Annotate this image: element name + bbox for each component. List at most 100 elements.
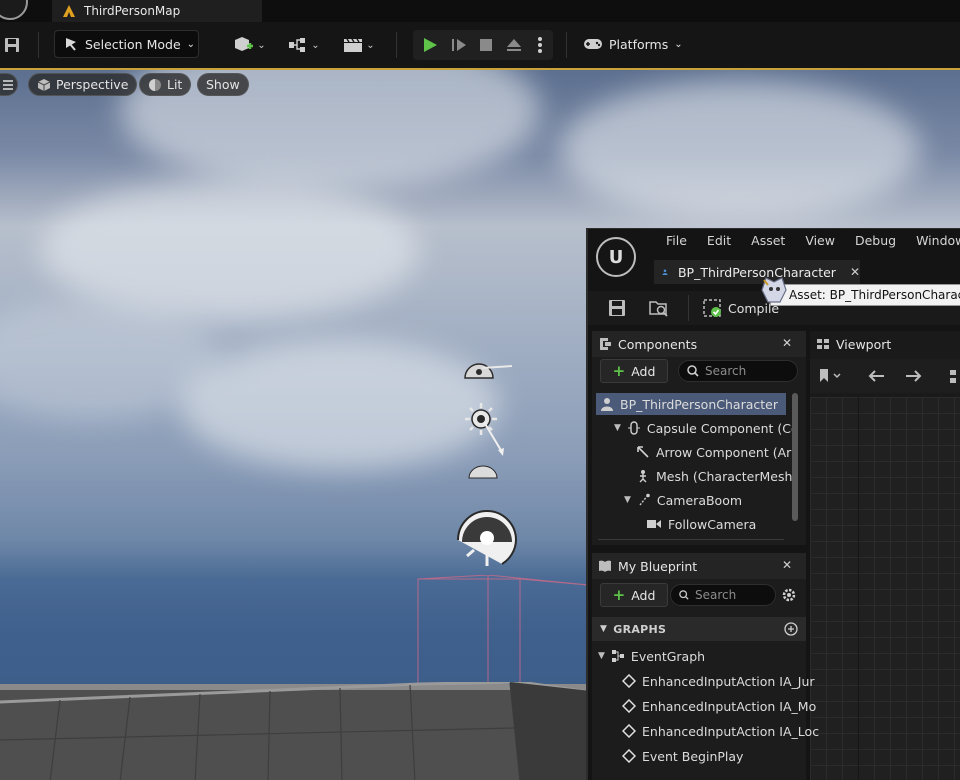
- compile-icon[interactable]: [702, 298, 724, 318]
- bookmark-icon[interactable]: [818, 368, 844, 384]
- stop-icon[interactable]: [478, 37, 494, 53]
- unreal-logo-icon[interactable]: [0, 0, 28, 20]
- selection-mode-button[interactable]: Selection Mode ⌄: [54, 30, 199, 58]
- eject-icon[interactable]: [505, 37, 523, 53]
- component-label: Mesh (CharacterMesh: [656, 468, 793, 484]
- arrow-left-icon[interactable]: [866, 368, 886, 384]
- add-actor-button[interactable]: ⌄: [232, 34, 268, 56]
- asset-tooltip: Asset: BP_ThirdPersonCharacter: [770, 284, 960, 306]
- character-icon: [601, 398, 613, 411]
- components-search-input[interactable]: [678, 360, 798, 382]
- floor-grid: [0, 682, 600, 780]
- cinematics-button[interactable]: ⌄: [340, 34, 378, 56]
- expand-arrow-icon[interactable]: ▼: [598, 651, 605, 661]
- perspective-button[interactable]: Perspective: [28, 73, 138, 96]
- save-icon[interactable]: [2, 35, 22, 55]
- play-controls: [413, 30, 553, 60]
- view-mode-button[interactable]: Lit: [139, 73, 192, 96]
- add-variable-button[interactable]: + Add: [600, 583, 668, 607]
- event-item[interactable]: EnhancedInputAction IA_Loc: [592, 719, 819, 743]
- spring-arm-icon: [639, 493, 650, 506]
- viewport-nav-bar: [810, 359, 960, 393]
- save-icon[interactable]: [606, 298, 628, 318]
- sky-light-icon[interactable]: [466, 464, 500, 480]
- cube-add-icon: [235, 37, 254, 51]
- browse-asset-icon[interactable]: [648, 298, 670, 318]
- play-icon[interactable]: [421, 37, 439, 53]
- components-scrollbar[interactable]: [792, 393, 798, 521]
- arrow-right-icon[interactable]: [904, 368, 924, 384]
- viewport-grid[interactable]: [810, 397, 960, 780]
- main-toolbar: Selection Mode ⌄ ⌄ ⌄ ⌄ Platforms ⌄: [0, 22, 960, 68]
- hierarchy-icon[interactable]: [948, 368, 960, 384]
- blueprint-editor-window: U File Edit Asset View Debug Window BP_T…: [586, 228, 960, 780]
- my-blueprint-search-field[interactable]: [695, 588, 775, 602]
- gear-icon[interactable]: [780, 586, 798, 604]
- more-options-icon[interactable]: [537, 36, 543, 54]
- graphs-section-header[interactable]: ▼ GRAPHS: [592, 617, 806, 641]
- component-row-arrow[interactable]: Arrow Component (Arr: [636, 441, 796, 463]
- expand-arrow-icon[interactable]: ▼: [624, 495, 631, 505]
- event-item[interactable]: EnhancedInputAction IA_Jur: [592, 669, 815, 693]
- component-label: Capsule Component (Co: [646, 420, 799, 436]
- component-label: BP_ThirdPersonCharacter: [620, 396, 778, 412]
- event-label: EnhancedInputAction IA_Jur: [642, 673, 815, 689]
- event-graph-item[interactable]: ▼ EventGraph: [592, 644, 705, 668]
- component-row-root[interactable]: BP_ThirdPersonCharacter: [596, 393, 786, 415]
- book-icon: [599, 560, 611, 572]
- close-icon[interactable]: ✕: [850, 265, 860, 279]
- component-row-mesh[interactable]: Mesh (CharacterMesh: [636, 465, 792, 487]
- advance-frame-icon[interactable]: [450, 37, 468, 53]
- tab-level[interactable]: ThirdPersonMap: [52, 0, 262, 22]
- collapse-arrow-icon: ▼: [600, 624, 608, 634]
- event-graph-label: EventGraph: [630, 648, 706, 664]
- menu-asset[interactable]: Asset: [741, 233, 795, 248]
- platforms-label: Platforms: [609, 36, 669, 52]
- component-row-cameraboom[interactable]: ▼ CameraBoom: [624, 489, 742, 511]
- toolbar-divider: [566, 32, 567, 58]
- level-icon: [63, 5, 75, 17]
- menu-edit[interactable]: Edit: [697, 233, 741, 248]
- chevron-down-icon: ⌄: [366, 39, 375, 51]
- menu-file[interactable]: File: [656, 233, 697, 248]
- components-panel: Components ✕ + Add BP_ThirdPersonCharact…: [592, 331, 806, 545]
- plus-icon: +: [612, 586, 626, 604]
- component-row-followcamera[interactable]: FollowCamera: [646, 513, 756, 535]
- menu-window[interactable]: Window: [906, 233, 960, 248]
- my-blueprint-search-input[interactable]: [670, 584, 776, 606]
- show-button[interactable]: Show: [197, 73, 249, 96]
- drag-cursor-icon: [761, 277, 787, 303]
- add-graph-icon[interactable]: [784, 622, 798, 636]
- sky-atmosphere-icon[interactable]: [462, 352, 516, 382]
- viewport-menu-button[interactable]: [0, 73, 18, 96]
- close-icon[interactable]: ✕: [782, 336, 792, 350]
- event-item[interactable]: Event BeginPlay: [592, 744, 743, 768]
- menu-debug[interactable]: Debug: [845, 233, 906, 248]
- character-icon: [662, 269, 668, 275]
- event-diamond-icon: [622, 724, 636, 738]
- tab-blueprint-asset[interactable]: BP_ThirdPersonCharacter ✕: [654, 260, 860, 284]
- close-icon[interactable]: ✕: [782, 558, 792, 572]
- cube-icon: [37, 78, 51, 91]
- platforms-button[interactable]: Platforms ⌄: [583, 30, 683, 58]
- unreal-logo-icon[interactable]: U: [596, 237, 636, 277]
- expand-arrow-icon[interactable]: ▼: [614, 423, 621, 433]
- search-icon: [679, 590, 689, 600]
- viewport-tab[interactable]: Viewport: [810, 331, 960, 357]
- reflection-capture-icon[interactable]: [454, 508, 520, 572]
- components-panel-header: Components ✕: [592, 331, 806, 357]
- cloud: [180, 340, 500, 470]
- post-process-volume[interactable]: [412, 575, 592, 695]
- chevron-down-icon: ⌄: [674, 38, 683, 50]
- my-blueprint-header: My Blueprint ✕: [592, 553, 806, 579]
- viewport-icon: [817, 339, 829, 349]
- blueprints-button[interactable]: ⌄: [286, 34, 322, 56]
- component-row-capsule[interactable]: ▼ Capsule Component (Co: [614, 417, 799, 439]
- components-search-field[interactable]: [705, 364, 785, 378]
- gamepad-icon: [584, 39, 602, 49]
- toolbar-divider: [688, 295, 689, 321]
- menu-view[interactable]: View: [795, 233, 845, 248]
- add-component-button[interactable]: + Add: [600, 359, 668, 383]
- directional-light-icon[interactable]: [464, 402, 508, 460]
- event-item[interactable]: EnhancedInputAction IA_Mo: [592, 694, 816, 718]
